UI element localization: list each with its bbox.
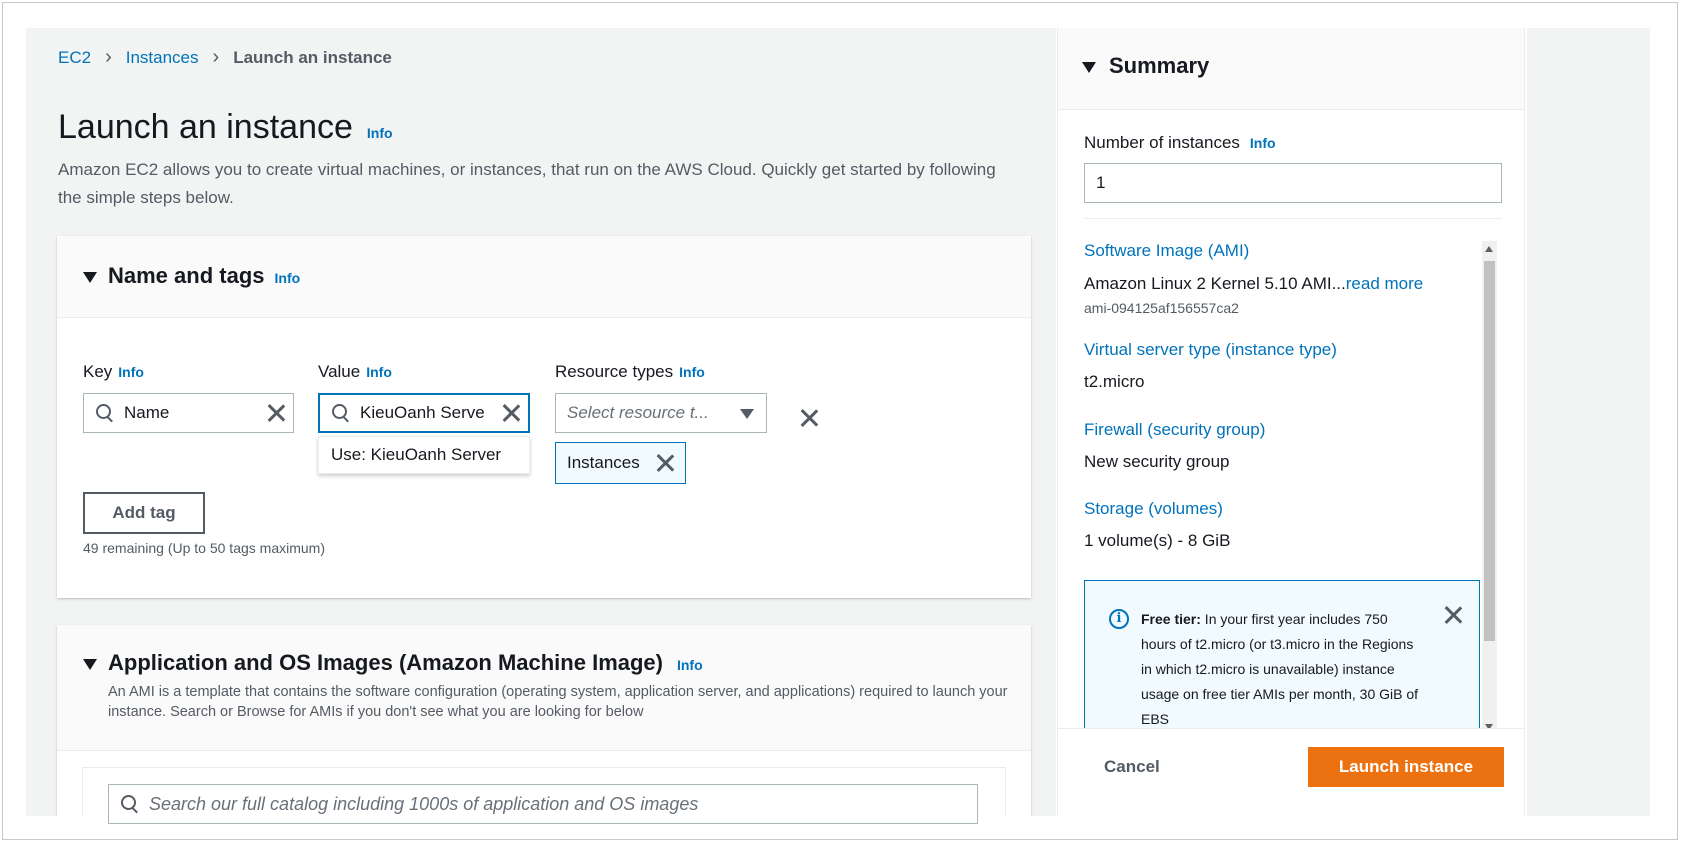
collapse-triangle-icon[interactable] — [83, 659, 97, 670]
summary-scrollbar[interactable] — [1482, 241, 1497, 735]
clear-icon[interactable] — [501, 403, 521, 423]
scroll-up-arrow-icon[interactable] — [1485, 246, 1493, 252]
breadcrumb-current: Launch an instance — [233, 47, 392, 67]
search-icon — [121, 795, 139, 813]
storage-link[interactable]: Storage (volumes) — [1084, 499, 1223, 519]
firewall-value: New security group — [1084, 452, 1230, 471]
scrollbar-thumb[interactable] — [1484, 261, 1495, 641]
ami-header[interactable]: Application and OS Images (Amazon Machin… — [57, 625, 1031, 751]
right-margin — [1527, 28, 1650, 816]
instance-type-link[interactable]: Virtual server type (instance type) — [1084, 340, 1337, 360]
cancel-button[interactable]: Cancel — [1104, 757, 1160, 777]
resource-select-placeholder: Select resource t... — [567, 403, 709, 422]
search-icon — [96, 404, 114, 422]
resource-info-link[interactable]: Info — [679, 364, 705, 380]
remove-tag-icon[interactable] — [799, 408, 819, 428]
page-title: Launch an instance — [58, 108, 353, 146]
add-tag-button[interactable]: Add tag — [83, 492, 205, 534]
ami-search-input[interactable]: Search our full catalog including 1000s … — [108, 784, 978, 824]
breadcrumb: EC2 › Instances › Launch an instance — [58, 46, 392, 69]
free-tier-label: Free tier: — [1141, 611, 1201, 627]
value-info-link[interactable]: Info — [366, 364, 392, 380]
ami-value-row: Amazon Linux 2 Kernel 5.10 AMI...read mo… — [1084, 274, 1423, 294]
key-info-link[interactable]: Info — [118, 364, 144, 380]
key-label: Key — [83, 362, 113, 381]
close-icon[interactable] — [1443, 605, 1463, 625]
resource-type-select[interactable]: Select resource t... — [555, 393, 767, 433]
launch-instance-button[interactable]: Launch instance — [1308, 747, 1504, 787]
clear-icon[interactable] — [266, 403, 286, 423]
value-label: Value — [318, 362, 361, 381]
num-instances-label-row: Number of instances Info — [1084, 133, 1276, 153]
firewall-link[interactable]: Firewall (security group) — [1084, 420, 1265, 440]
ami-info-link[interactable]: Info — [677, 657, 703, 673]
name-tags-header[interactable]: Name and tags Info — [57, 236, 1031, 318]
ami-link[interactable]: Software Image (AMI) — [1084, 241, 1249, 261]
num-instances-label: Number of instances — [1084, 133, 1240, 152]
num-instances-info-link[interactable]: Info — [1250, 135, 1276, 151]
page-info-link[interactable]: Info — [367, 125, 393, 141]
free-tier-text: Free tier: In your first year includes 7… — [1141, 607, 1421, 732]
summary-panel: Summary Number of instances Info 1 Softw… — [1057, 28, 1525, 816]
instance-type-value: t2.micro — [1084, 372, 1145, 391]
page-description: Amazon EC2 allows you to create virtual … — [58, 160, 996, 207]
collapse-triangle-icon[interactable] — [1082, 62, 1096, 73]
ami-description: An AMI is a template that contains the s… — [108, 684, 1008, 720]
name-tags-title: Name and tags — [108, 263, 265, 288]
info-circle-icon: i — [1109, 609, 1129, 629]
storage-value: 1 volume(s) - 8 GiB — [1084, 531, 1231, 550]
divider — [1084, 218, 1502, 219]
key-label-row: Key Info — [83, 362, 144, 382]
chevron-right-icon: › — [105, 46, 112, 68]
free-tier-body: In your first year includes 750 hours of… — [1141, 611, 1419, 727]
page-title-row: Launch an instance Info — [58, 108, 393, 147]
value-label-row: Value Info — [318, 362, 392, 382]
ami-value: Amazon Linux 2 Kernel 5.10 AMI... — [1084, 274, 1346, 293]
resource-token: Instances — [555, 442, 686, 484]
ami-title: Application and OS Images (Amazon Machin… — [108, 650, 663, 675]
resource-label: Resource types — [555, 362, 674, 381]
num-instances-value: 1 — [1096, 173, 1106, 192]
caret-down-icon — [740, 409, 754, 419]
resource-label-row: Resource types Info — [555, 362, 705, 382]
resource-token-label: Instances — [567, 453, 640, 472]
remove-token-icon[interactable] — [655, 453, 675, 473]
key-input[interactable]: Name — [83, 393, 294, 433]
search-icon — [332, 404, 350, 422]
summary-header[interactable]: Summary — [1058, 28, 1524, 110]
name-tags-info-link[interactable]: Info — [275, 270, 301, 286]
summary-footer: Cancel Launch instance — [1058, 728, 1524, 816]
tags-remaining: 49 remaining (Up to 50 tags maximum) — [83, 540, 325, 556]
read-more-link[interactable]: read more — [1346, 274, 1423, 293]
summary-title: Summary — [1109, 53, 1210, 78]
ami-search-placeholder: Search our full catalog including 1000s … — [149, 793, 699, 814]
value-input[interactable]: KieuOanh Serve — [318, 393, 530, 433]
name-tags-title-row: Name and tags Info — [108, 263, 300, 289]
ami-id: ami-094125af156557ca2 — [1084, 300, 1239, 316]
ami-title-row: Application and OS Images (Amazon Machin… — [108, 650, 703, 676]
breadcrumb-ec2[interactable]: EC2 — [58, 48, 91, 68]
collapse-triangle-icon[interactable] — [83, 272, 97, 283]
key-input-value: Name — [124, 403, 170, 422]
breadcrumb-instances[interactable]: Instances — [126, 48, 199, 68]
value-input-value: KieuOanh Serve — [360, 403, 485, 422]
chevron-right-icon: › — [212, 46, 220, 68]
num-instances-input[interactable]: 1 — [1084, 163, 1502, 203]
value-suggestion[interactable]: Use: KieuOanh Server — [318, 436, 530, 474]
